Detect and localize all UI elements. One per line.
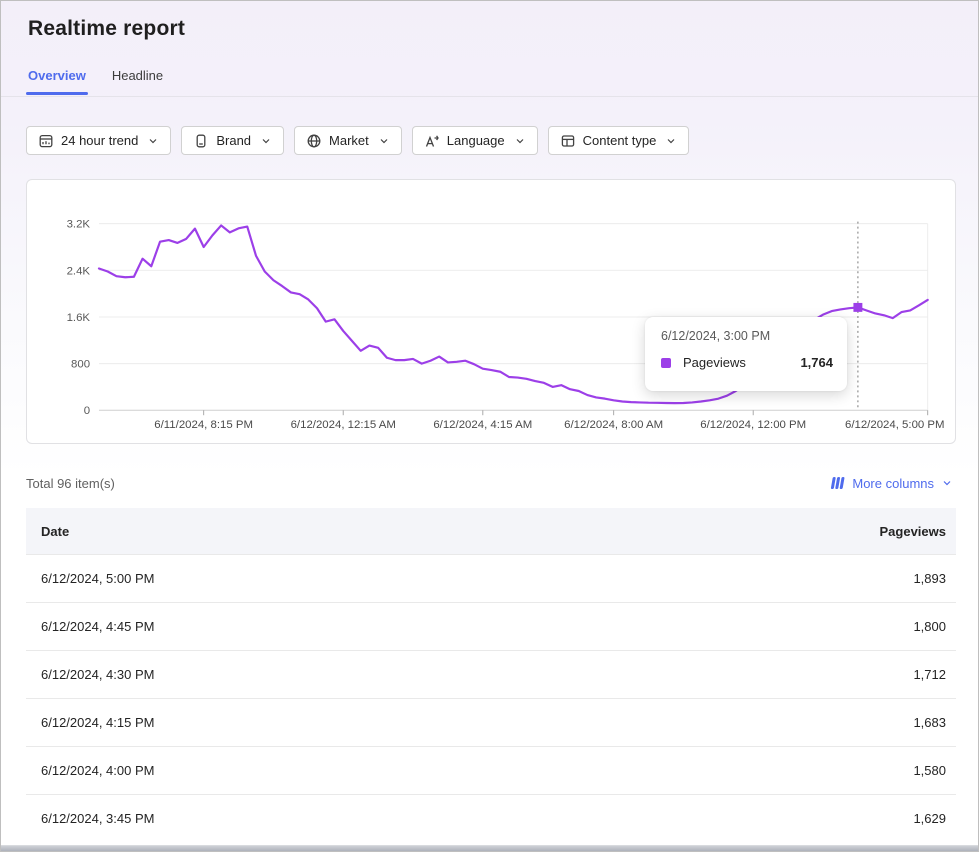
column-header-date[interactable]: Date [41,524,69,539]
pageviews-series-swatch [661,358,671,368]
table-row: 6/12/2024, 4:45 PM 1,800 [26,602,956,650]
tab-overview[interactable]: Overview [26,64,88,95]
columns-icon [829,475,845,491]
chevron-down-icon [665,135,677,147]
filter-content-type-button[interactable]: Content type [548,126,690,155]
x-axis-tick-label: 6/12/2024, 12:15 AM [291,419,396,431]
cell-date: 6/12/2024, 4:30 PM [41,667,154,682]
x-axis-tick-label: 6/12/2024, 8:00 AM [564,419,663,431]
chevron-down-icon [514,135,526,147]
tooltip-series-value: 1,764 [800,355,833,370]
cell-date: 6/12/2024, 5:00 PM [41,571,154,586]
x-axis-tick-label: 6/12/2024, 12:00 PM [700,419,806,431]
chart-tooltip: 6/12/2024, 3:00 PM Pageviews 1,764 [645,317,847,391]
translate-icon [424,133,440,149]
filter-brand-button[interactable]: Brand [181,126,284,155]
chevron-down-icon [260,135,272,147]
active-tab-underline [26,92,88,95]
tab-bar: Overview Headline [26,64,165,95]
cell-pageviews: 1,629 [913,811,946,826]
table-body: 6/12/2024, 5:00 PM 1,893 6/12/2024, 4:45 P… [26,554,956,842]
y-axis-tick-label: 1.6K [67,312,91,324]
table-row: 6/12/2024, 5:00 PM 1,893 [26,554,956,602]
window-bottom-edge [1,845,978,851]
x-axis-tick-label: 6/12/2024, 4:15 AM [433,419,532,431]
tooltip-series-row: Pageviews 1,764 [661,355,833,370]
more-columns-button[interactable]: More columns [829,475,953,491]
y-axis-tick-label: 3.2K [67,219,91,231]
table-row: 6/12/2024, 4:15 PM 1,683 [26,698,956,746]
cell-pageviews: 1,712 [913,667,946,682]
tab-headline[interactable]: Headline [110,64,165,95]
filter-market-label: Market [329,133,369,148]
y-axis-tick-label: 2.4K [67,265,91,277]
cell-pageviews: 1,800 [913,619,946,634]
x-axis-tick-label: 6/11/2024, 8:15 PM [154,419,253,431]
table-summary-row: Total 96 item(s) More columns [26,469,953,497]
content-type-icon [560,133,576,149]
trend-chart[interactable]: 0 800 1.6K 2.4K 3.2K 6/11/2024, 8:15 PM 6/12/2… [27,180,955,443]
filter-brand-label: Brand [216,133,251,148]
table-row: 6/12/2024, 4:00 PM 1,580 [26,746,956,794]
cell-date: 6/12/2024, 4:45 PM [41,619,154,634]
chevron-down-icon [941,477,953,489]
cell-pageviews: 1,580 [913,763,946,778]
tooltip-series-label: Pageviews [683,355,746,370]
x-axis-tick-label: 6/12/2024, 5:00 PM [845,419,945,431]
total-items-text: Total 96 item(s) [26,476,115,491]
filter-content-type-label: Content type [583,133,657,148]
cell-date: 6/12/2024, 4:00 PM [41,763,154,778]
filter-language-label: Language [447,133,505,148]
hover-point-marker [853,303,862,312]
table-header-row: Date Pageviews [26,508,956,554]
filter-toolbar: 24 hour trend Brand Market [26,126,689,155]
pageviews-trend-chart-card: 0 800 1.6K 2.4K 3.2K 6/11/2024, 8:15 PM 6/12/2… [26,179,956,444]
column-header-pageviews[interactable]: Pageviews [880,524,947,539]
tabs-divider [1,96,978,97]
tab-overview-label: Overview [28,68,86,83]
chevron-down-icon [147,135,159,147]
y-axis-tick-label: 800 [71,359,90,371]
globe-icon [306,133,322,149]
cell-date: 6/12/2024, 3:45 PM [41,811,154,826]
table-row: 6/12/2024, 4:30 PM 1,712 [26,650,956,698]
realtime-report-window: Realtime report Overview Headline 24 hou… [0,0,979,852]
tooltip-date: 6/12/2024, 3:00 PM [661,329,833,343]
table-row: 6/12/2024, 3:45 PM 1,629 [26,794,956,842]
cell-pageviews: 1,683 [913,715,946,730]
chevron-down-icon [378,135,390,147]
y-axis-tick-label: 0 [84,405,90,417]
filter-market-button[interactable]: Market [294,126,402,155]
filter-24-hour-trend-label: 24 hour trend [61,133,138,148]
calendar-data-icon [38,133,54,149]
filter-24-hour-trend-button[interactable]: 24 hour trend [26,126,171,155]
brand-icon [193,133,209,149]
page-title: Realtime report [28,17,185,41]
tab-headline-label: Headline [112,68,163,83]
cell-date: 6/12/2024, 4:15 PM [41,715,154,730]
more-columns-label: More columns [852,476,934,491]
cell-pageviews: 1,893 [913,571,946,586]
filter-language-button[interactable]: Language [412,126,538,155]
pageviews-table: Date Pageviews 6/12/2024, 5:00 PM1,8936/… [26,508,956,842]
